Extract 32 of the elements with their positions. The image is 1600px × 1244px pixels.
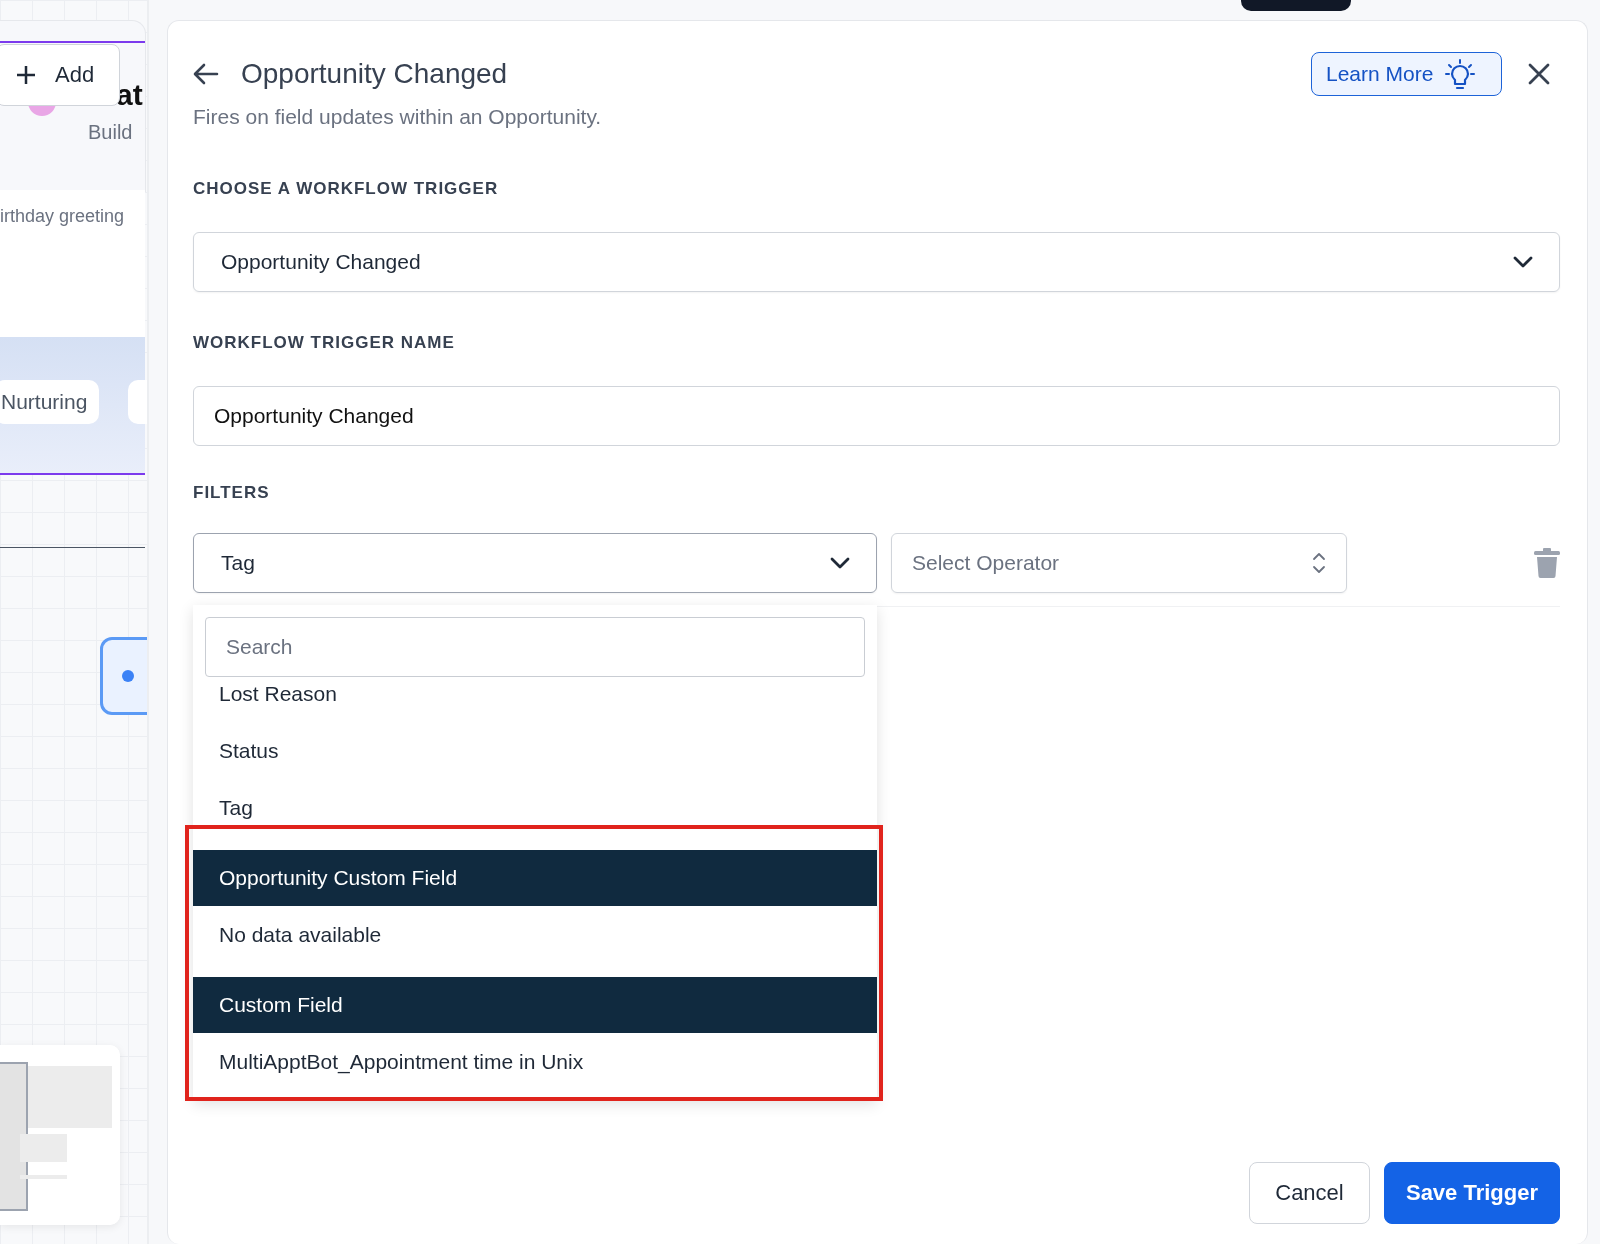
dropdown-option[interactable]: Tag	[193, 779, 877, 836]
chevron-down-icon	[1513, 256, 1533, 268]
trigger-select[interactable]: Opportunity Changed	[193, 232, 1560, 292]
workflow-description: irthday greeting	[0, 206, 125, 227]
dropdown-option[interactable]: MultiApptBot_Appointment time in Unix	[193, 1033, 877, 1090]
operator-select[interactable]: Select Operator	[891, 533, 1347, 593]
sort-arrows-icon	[1312, 551, 1326, 575]
workflow-subtitle: Build	[88, 121, 133, 144]
back-arrow-icon[interactable]	[193, 63, 219, 85]
close-icon[interactable]	[1528, 63, 1550, 85]
dropdown-option[interactable]: Status	[193, 722, 877, 779]
section-label: FILTERS	[193, 483, 271, 503]
tag-chip[interactable]: Nurturing	[0, 380, 100, 424]
empty-message: No data available	[218, 921, 383, 948]
dropdown-option[interactable]: Lost Reason	[193, 677, 877, 722]
trigger-name-field[interactable]: Opportunity Changed	[193, 386, 1560, 446]
filter-field-select[interactable]: Tag	[193, 533, 877, 593]
search-field[interactable]: Search	[205, 617, 865, 677]
group-header: Custom Field	[193, 977, 877, 1033]
cancel-button[interactable]: Cancel	[1249, 1162, 1370, 1224]
panel-title: Opportunity Changed	[241, 58, 508, 90]
section-label: CHOOSE A WORKFLOW TRIGGER	[193, 179, 500, 199]
lightbulb-icon	[1445, 58, 1476, 90]
section-label: WORKFLOW TRIGGER NAME	[193, 333, 456, 353]
chevron-down-icon	[830, 557, 850, 569]
save-button[interactable]: Save Trigger	[1384, 1162, 1560, 1224]
panel-description: Fires on field updates within an Opportunity.	[193, 105, 603, 129]
trash-icon[interactable]	[1534, 548, 1560, 578]
group-header: Opportunity Custom Field	[193, 850, 877, 906]
plus-icon	[15, 64, 37, 86]
workflow-node[interactable]	[100, 637, 147, 715]
learn-more-button[interactable]: Learn More	[1311, 52, 1502, 96]
